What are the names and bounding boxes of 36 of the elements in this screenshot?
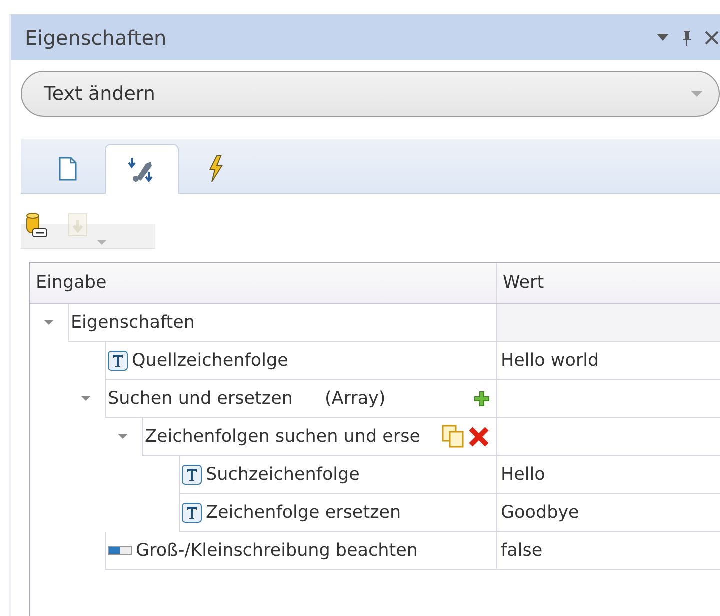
action-dropdown[interactable]: Text ändern	[21, 71, 720, 117]
text-field-icon	[182, 502, 202, 522]
toggle-field-icon	[108, 546, 132, 556]
property-value: false	[501, 540, 543, 560]
database-link-icon	[25, 212, 49, 240]
property-label: Zeichenfolge ersetzen	[206, 502, 402, 522]
close-icon	[705, 30, 719, 44]
panel-title: Eigenschaften	[25, 26, 167, 50]
menu-button[interactable]	[654, 32, 672, 44]
copy-icon	[442, 424, 466, 448]
property-value: Goodbye	[501, 502, 580, 522]
lightning-icon	[207, 155, 225, 183]
expand-arrow-icon[interactable]	[44, 318, 54, 328]
property-label: Suchen und ersetzen	[108, 388, 293, 408]
column-header[interactable]: Eingabe	[30, 263, 497, 303]
caret-icon	[691, 90, 703, 98]
delete-icon	[468, 426, 490, 448]
expand-arrow-icon[interactable]	[118, 432, 128, 442]
expand-arrow-icon[interactable]	[81, 394, 91, 404]
document-icon	[58, 157, 78, 181]
text-field-icon	[108, 350, 128, 370]
text-field-icon	[182, 464, 202, 484]
property-value: Hello	[501, 464, 546, 484]
tab[interactable]	[105, 144, 179, 194]
caret-icon	[657, 34, 669, 42]
property-label: Eigenschaften	[71, 312, 196, 332]
caret-icon	[97, 240, 107, 246]
pin-icon	[681, 30, 693, 46]
property-value: Hello world	[501, 350, 600, 370]
type-note: (Array)	[324, 388, 386, 408]
plus-icon	[474, 390, 490, 406]
property-label: Zeichenfolgen suchen und erse	[145, 426, 420, 446]
property-label: Groß-/Kleinschreibung beachten	[136, 540, 418, 560]
property-label: Suchzeichenfolge	[206, 464, 360, 484]
column-header[interactable]: Wert	[497, 263, 720, 303]
property-label: Quellzeichenfolge	[132, 350, 288, 370]
